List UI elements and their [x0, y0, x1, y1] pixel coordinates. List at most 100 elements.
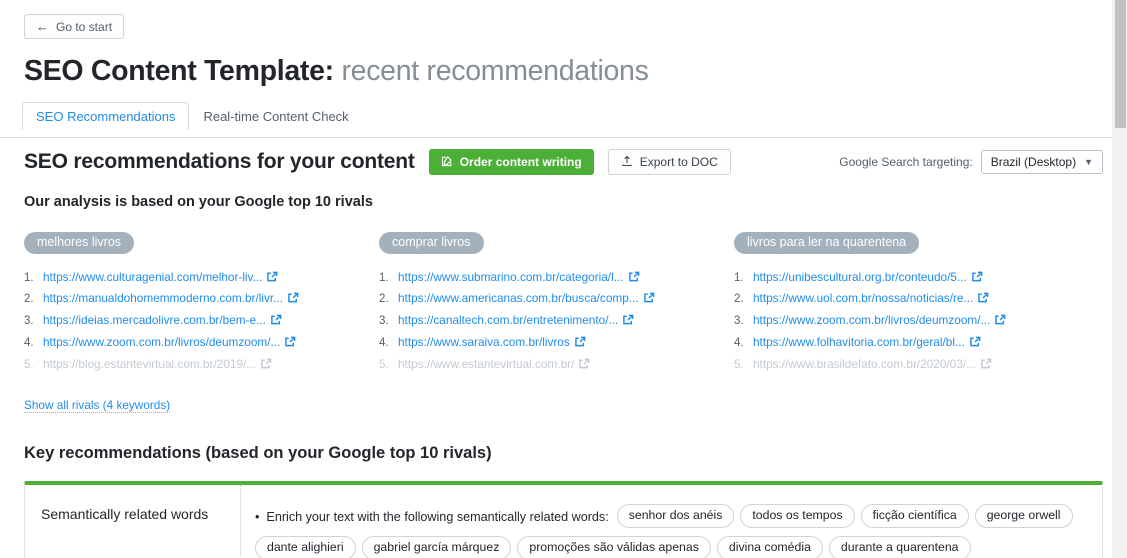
- show-all-rivals-link[interactable]: Show all rivals (4 keywords): [24, 398, 171, 414]
- rival-index: 1.: [379, 271, 389, 284]
- scrollbar-thumb[interactable]: [1115, 0, 1126, 128]
- list-item[interactable]: 4. https://www.saraiva.com.br/livros: [379, 332, 734, 354]
- keyword-pill: melhores livros: [24, 232, 135, 254]
- rival-url[interactable]: https://www.zoom.com.br/livros/deumzoom/…: [753, 310, 990, 331]
- rival-index: 3.: [379, 315, 389, 328]
- external-link-icon[interactable]: [261, 358, 272, 369]
- list-item[interactable]: 1. https://www.submarino.com.br/categori…: [379, 267, 734, 289]
- export-to-doc-button[interactable]: Export to DOC: [607, 149, 731, 175]
- semantic-word-tag[interactable]: ficção científica: [860, 504, 969, 528]
- semantic-word-tag[interactable]: gabriel garcía márquez: [361, 536, 512, 558]
- list-item[interactable]: 4. https://www.zoom.com.br/livros/deumzo…: [24, 332, 379, 354]
- rival-index: 2.: [734, 293, 744, 306]
- header-divider: [0, 137, 1127, 138]
- rival-index: 1.: [734, 271, 744, 284]
- semantic-word-tag[interactable]: george orwell: [974, 504, 1073, 528]
- list-item[interactable]: 5. https://blog.estantevirtual.com.br/20…: [24, 354, 379, 376]
- upload-icon: [621, 155, 633, 170]
- semantic-word-tag[interactable]: promoções são válidas apenas: [517, 536, 711, 558]
- external-link-icon[interactable]: [978, 292, 989, 303]
- semantic-word-tag[interactable]: senhor dos anéis: [616, 504, 735, 528]
- bullet-icon: •: [255, 510, 260, 525]
- rival-index: 1.: [24, 271, 34, 284]
- rival-index: 5.: [734, 358, 744, 371]
- export-to-doc-label: Export to DOC: [639, 155, 718, 169]
- rival-url[interactable]: https://www.americanas.com.br/busca/comp…: [398, 288, 639, 309]
- rival-url[interactable]: https://ideias.mercadolivre.com.br/bem-e…: [43, 310, 266, 331]
- rival-url[interactable]: https://www.folhavitoria.com.br/geral/bl…: [753, 332, 965, 353]
- rival-column: comprar livros 1. https://www.submarino.…: [379, 232, 734, 375]
- tab-real-time-content-check[interactable]: Real-time Content Check: [189, 102, 362, 130]
- go-to-start-button[interactable]: ← Go to start: [24, 14, 125, 39]
- page-title-main: SEO Content Template:: [24, 55, 334, 87]
- rival-index: 4.: [24, 336, 34, 349]
- semantic-word-tag[interactable]: divina comédia: [716, 536, 823, 558]
- tab-real-time-content-check-label: Real-time Content Check: [203, 109, 349, 124]
- list-item[interactable]: 3. https://ideias.mercadolivre.com.br/be…: [24, 310, 379, 332]
- list-item[interactable]: 2. https://www.uol.com.br/nossa/noticias…: [734, 288, 1089, 310]
- page-scrollbar[interactable]: [1112, 0, 1127, 558]
- external-link-icon[interactable]: [267, 271, 278, 282]
- keyword-pill: livros para ler na quarentena: [734, 232, 920, 254]
- list-item[interactable]: 3. https://www.zoom.com.br/livros/deumzo…: [734, 310, 1089, 332]
- rival-url[interactable]: https://www.saraiva.com.br/livros: [398, 332, 570, 353]
- analysis-basis-text: Our analysis is based on your Google top…: [24, 194, 373, 210]
- rival-url[interactable]: https://blog.estantevirtual.com.br/2019/…: [43, 354, 256, 375]
- order-content-writing-label: Order content writing: [459, 155, 582, 169]
- main-content: SEO recommendations for your content Ord…: [0, 130, 1127, 558]
- google-search-targeting: Google Search targeting: Brazil (Desktop…: [839, 150, 1103, 174]
- external-link-icon[interactable]: [969, 336, 981, 347]
- list-item[interactable]: 4. https://www.folhavitoria.com.br/geral…: [734, 332, 1089, 354]
- rival-index: 2.: [24, 293, 34, 306]
- semantic-word-tag[interactable]: todos os tempos: [740, 504, 855, 528]
- list-item[interactable]: 1. https://unibescultural.org.br/conteud…: [734, 267, 1089, 289]
- rival-index: 2.: [379, 293, 389, 306]
- list-item[interactable]: 5. https://www.brasildefato.com.br/2020/…: [734, 354, 1089, 376]
- list-item[interactable]: 2. https://www.americanas.com.br/busca/c…: [379, 288, 734, 310]
- external-link-icon[interactable]: [288, 292, 299, 303]
- tab-seo-recommendations-label: SEO Recommendations: [36, 109, 176, 124]
- key-recommendations-title: Key recommendations (based on your Googl…: [24, 444, 492, 463]
- page-title-sub: recent recommendations: [341, 55, 649, 87]
- rival-url[interactable]: https://www.uol.com.br/nossa/noticias/re…: [753, 288, 973, 309]
- rival-url[interactable]: https://www.brasildefato.com.br/2020/03/…: [753, 354, 976, 375]
- keyword-pill: comprar livros: [379, 232, 484, 254]
- rival-url[interactable]: https://www.zoom.com.br/livros/deumzoom/…: [43, 332, 280, 353]
- external-link-icon[interactable]: [574, 336, 586, 347]
- rival-index: 5.: [379, 358, 389, 371]
- rival-url[interactable]: https://www.submarino.com.br/categoria/l…: [398, 267, 624, 288]
- targeting-select[interactable]: Brazil (Desktop) ▼: [980, 150, 1103, 174]
- semantic-word-tag[interactable]: durante a quarentena: [828, 536, 971, 558]
- panel-label: Semantically related words: [25, 485, 241, 558]
- external-link-icon[interactable]: [579, 358, 590, 369]
- recommendation-text: Enrich your text with the following sema…: [266, 510, 609, 525]
- external-link-icon[interactable]: [271, 314, 282, 325]
- list-item[interactable]: 3. https://canaltech.com.br/entretenimen…: [379, 310, 734, 332]
- external-link-icon[interactable]: [285, 336, 296, 347]
- external-link-icon[interactable]: [971, 271, 983, 282]
- recommendation-panel: Semantically related words • Enrich your…: [24, 481, 1103, 558]
- rival-url[interactable]: https://www.culturagenial.com/melhor-liv…: [43, 267, 262, 288]
- order-content-writing-button[interactable]: Order content writing: [428, 149, 594, 175]
- external-link-icon[interactable]: [628, 271, 640, 282]
- rival-url[interactable]: https://canaltech.com.br/entretenimento/…: [398, 310, 618, 331]
- list-item[interactable]: 5. https://www.estantevirtual.com.br/: [379, 354, 734, 376]
- rival-url[interactable]: https://manualdohomemmoderno.com.br/livr…: [43, 288, 283, 309]
- rival-list: 1. https://unibescultural.org.br/conteud…: [734, 267, 1089, 376]
- external-link-icon[interactable]: [981, 358, 992, 369]
- rival-url[interactable]: https://www.estantevirtual.com.br/: [398, 354, 574, 375]
- rival-url[interactable]: https://unibescultural.org.br/conteudo/5…: [753, 267, 967, 288]
- page-title: SEO Content Template: recent recommendat…: [24, 55, 1127, 88]
- external-link-icon[interactable]: [623, 314, 634, 325]
- list-item[interactable]: 1. https://www.culturagenial.com/melhor-…: [24, 267, 379, 289]
- list-item[interactable]: 2. https://manualdohomemmoderno.com.br/l…: [24, 288, 379, 310]
- external-link-icon[interactable]: [643, 292, 655, 303]
- semantic-word-tag[interactable]: dante alighieri: [255, 536, 356, 558]
- tab-seo-recommendations[interactable]: SEO Recommendations: [22, 102, 190, 130]
- targeting-label: Google Search targeting:: [839, 155, 973, 169]
- external-link-icon[interactable]: [995, 314, 1006, 325]
- recommendation-line: • Enrich your text with the following se…: [255, 504, 1088, 558]
- rival-index: 3.: [734, 315, 744, 328]
- rival-column: melhores livros 1. https://www.culturage…: [24, 232, 379, 375]
- arrow-left-icon: ←: [36, 19, 49, 34]
